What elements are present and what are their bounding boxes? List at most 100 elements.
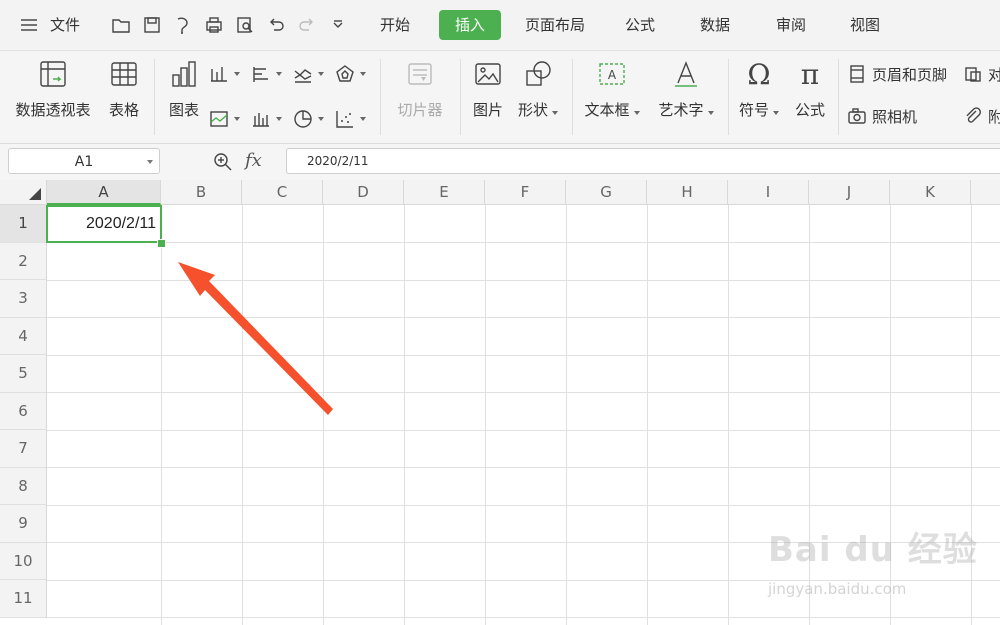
row-header-9[interactable]: 9 [0,505,47,543]
file-menu[interactable]: 文件 [50,14,80,35]
pie-chart-icon [294,110,312,128]
header-footer-label: 页眉和页脚 [872,65,948,84]
chevron-down-icon[interactable] [147,160,153,164]
object-label: 对 [988,65,1000,84]
print-preview-icon[interactable] [234,14,256,36]
name-box[interactable]: A1 [8,148,160,174]
formula-input[interactable]: 2020/2/11 [286,148,1000,174]
tab-formulas[interactable]: 公式 [625,10,655,40]
grid-line [323,205,324,625]
equation-label: 公式 [794,101,825,119]
symbol-label: 符号 [738,101,769,119]
customize-toolbar-icon[interactable] [327,14,349,36]
print-icon[interactable] [203,14,225,36]
fill-handle[interactable] [157,239,166,248]
table-button[interactable]: 表格 [104,59,144,120]
row-header-7[interactable]: 7 [0,430,47,468]
undo-icon[interactable] [265,14,287,36]
column-header-f[interactable]: F [485,180,566,205]
textbox-label: 文本框 [584,101,630,119]
grid-line [404,205,405,625]
row-header-4[interactable]: 4 [0,317,47,355]
format-painter-icon[interactable] [172,14,194,36]
tab-data[interactable]: 数据 [700,10,730,40]
open-folder-icon[interactable] [110,14,132,36]
column-chart-dropdown[interactable] [208,61,240,87]
row-header-10[interactable]: 10 [0,542,47,580]
zoom-search-icon[interactable] [212,151,234,173]
column-header-l[interactable] [971,180,1000,205]
cell-a1[interactable]: 2020/2/11 [46,205,162,243]
scatter-chart-icon [336,111,353,128]
object-button[interactable]: 对 [962,61,1000,87]
row-header-8[interactable]: 8 [0,467,47,505]
row-header-11[interactable]: 11 [0,580,47,618]
row-header-6[interactable]: 6 [0,392,47,430]
symbol-button[interactable]: Ω 符号 [736,59,782,120]
pi-icon: π [801,59,819,89]
pivot-table-label: 数据透视表 [15,101,91,119]
omega-icon: Ω [747,59,770,89]
tab-home[interactable]: 开始 [380,10,410,40]
column-header-b[interactable]: B [161,180,242,205]
column-header-d[interactable]: D [323,180,404,205]
column-header-g[interactable]: G [566,180,647,205]
hamburger-menu-icon[interactable] [18,14,40,36]
area-chart-icon [210,111,228,127]
redo-icon[interactable] [296,14,318,36]
tab-review[interactable]: 审阅 [776,10,806,40]
tab-page-layout[interactable]: 页面布局 [525,10,585,40]
pie-chart-dropdown[interactable] [292,106,324,132]
select-all-button[interactable] [0,180,47,205]
radar-chart-dropdown[interactable] [334,61,366,87]
bar-chart-dropdown[interactable] [250,61,282,87]
stock-chart-icon [253,113,269,127]
column-header-e[interactable]: E [404,180,485,205]
row-header-3[interactable]: 3 [0,280,47,318]
save-icon[interactable] [141,14,163,36]
grid-line [47,504,1000,506]
column-header-k[interactable]: K [890,180,971,205]
shape-button[interactable]: 形状 [514,59,562,120]
area-chart-dropdown[interactable] [208,106,240,132]
function-fx-button[interactable]: fx [245,150,262,171]
pivot-table-icon [40,61,66,87]
paperclip-icon [966,107,981,123]
equation-button[interactable]: π 公式 [790,59,830,120]
column-header-c[interactable]: C [242,180,323,205]
slicer-icon [408,63,432,85]
tab-insert[interactable]: 插入 [439,10,502,40]
header-footer-button[interactable]: 页眉和页脚 [846,61,947,87]
wordart-button[interactable]: 艺术字 [654,59,718,120]
row-header-2[interactable]: 2 [0,242,47,280]
stock-chart-dropdown[interactable] [250,106,282,132]
row-header-1[interactable]: 1 [0,205,47,243]
attachment-label: 附 [988,107,1000,126]
column-header-a[interactable]: A [47,180,161,205]
grid-line [47,429,1000,431]
chart-button[interactable]: 图表 [164,59,204,120]
svg-text:A: A [608,68,617,82]
table-icon [111,62,137,86]
watermark-brand: Bai du 经验 [768,530,978,570]
attachment-button[interactable]: 附 [962,103,1000,129]
grid-line [47,467,1000,468]
column-header-j[interactable]: J [809,180,890,205]
line-chart-dropdown[interactable] [292,61,324,87]
camera-button[interactable]: 照相机 [846,103,917,129]
scatter-chart-dropdown[interactable] [334,106,366,132]
slicer-button[interactable]: 切片器 [392,59,448,120]
textbox-button[interactable]: A 文本框 [580,59,644,120]
pivot-table-button[interactable]: 数据透视表 [10,59,96,120]
svg-text:π: π [801,59,819,89]
name-box-value: A1 [74,154,94,170]
picture-button[interactable]: 图片 [468,59,508,120]
row-header-5[interactable]: 5 [0,355,47,393]
ribbon-separator [572,59,573,135]
column-header-i[interactable]: I [728,180,809,205]
ribbon-separator [460,59,461,135]
wordart-icon [675,61,697,87]
tab-view[interactable]: 视图 [850,10,880,40]
ribbon-separator [838,59,839,135]
column-header-h[interactable]: H [647,180,728,205]
